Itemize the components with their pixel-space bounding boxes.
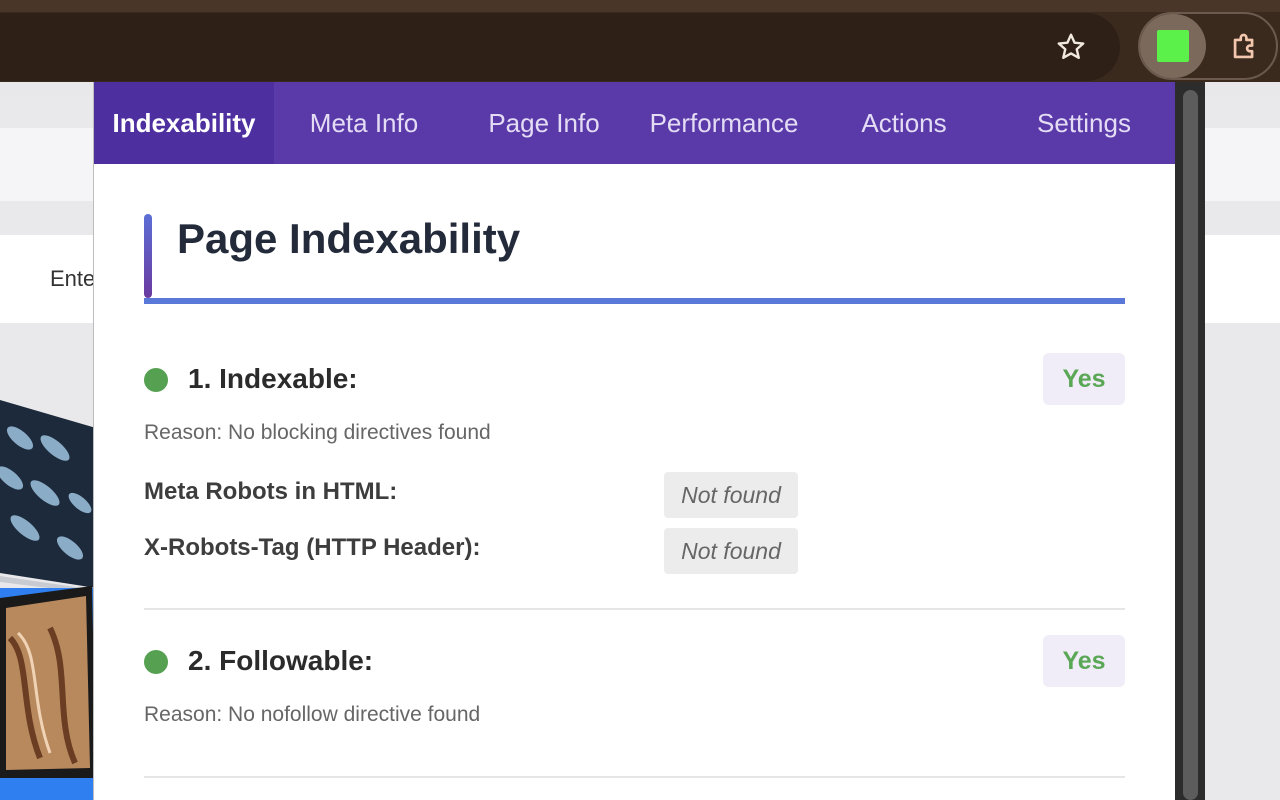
detail-value: Not found <box>664 472 798 518</box>
extensions-menu-button[interactable] <box>1222 24 1268 70</box>
section-divider <box>144 776 1125 778</box>
section-divider <box>144 608 1125 610</box>
indexability-panel: Page Indexability 1. Indexable: Yes Reas… <box>94 164 1175 800</box>
status-dot-icon <box>144 368 168 392</box>
status-dot-icon <box>144 650 168 674</box>
tab-actions[interactable]: Actions <box>814 82 994 164</box>
page-title: Page Indexability <box>177 215 521 262</box>
check-indexable: 1. Indexable: Yes <box>144 353 1125 407</box>
tab-settings[interactable]: Settings <box>994 82 1174 164</box>
popup-tab-bar: Indexability Meta Info Page Info Perform… <box>94 82 1175 164</box>
seo-extension-button[interactable] <box>1140 14 1206 78</box>
tab-meta-info[interactable]: Meta Info <box>274 82 454 164</box>
tab-indexability[interactable]: Indexability <box>94 82 274 164</box>
title-underline <box>144 298 1125 304</box>
status-badge: Yes <box>1043 635 1125 687</box>
status-badge: Yes <box>1043 353 1125 405</box>
detail-value: Not found <box>664 528 798 574</box>
star-icon <box>1057 33 1085 59</box>
check-label: 1. Indexable: <box>188 363 358 394</box>
puzzle-icon <box>1233 33 1254 59</box>
address-bar[interactable] <box>0 13 1120 81</box>
section-header: Page Indexability <box>144 214 1125 306</box>
detail-key: X-Robots-Tag (HTTP Header): <box>144 534 481 561</box>
tab-performance[interactable]: Performance <box>634 82 814 164</box>
background-product-image <box>0 398 96 800</box>
extension-icon <box>1157 30 1189 62</box>
check-reason: Reason: No nofollow directive found <box>144 703 481 726</box>
tab-page-info[interactable]: Page Info <box>454 82 634 164</box>
check-reason: Reason: No blocking directives found <box>144 421 491 444</box>
tab-strip <box>0 0 1280 12</box>
scrollbar-thumb[interactable] <box>1183 90 1198 800</box>
title-accent-bar <box>144 214 152 298</box>
extension-popup: Indexability Meta Info Page Info Perform… <box>93 82 1175 800</box>
browser-toolbar <box>0 0 1280 82</box>
check-header: 2. Followable: Yes <box>144 635 1125 689</box>
check-header: 1. Indexable: Yes <box>144 353 1125 407</box>
background-text: Ente <box>50 266 96 291</box>
check-label: 2. Followable: <box>188 645 374 676</box>
detail-key: Meta Robots in HTML: <box>144 478 398 505</box>
check-followable: 2. Followable: Yes <box>144 635 1125 689</box>
bookmark-star-button[interactable] <box>1048 24 1094 70</box>
